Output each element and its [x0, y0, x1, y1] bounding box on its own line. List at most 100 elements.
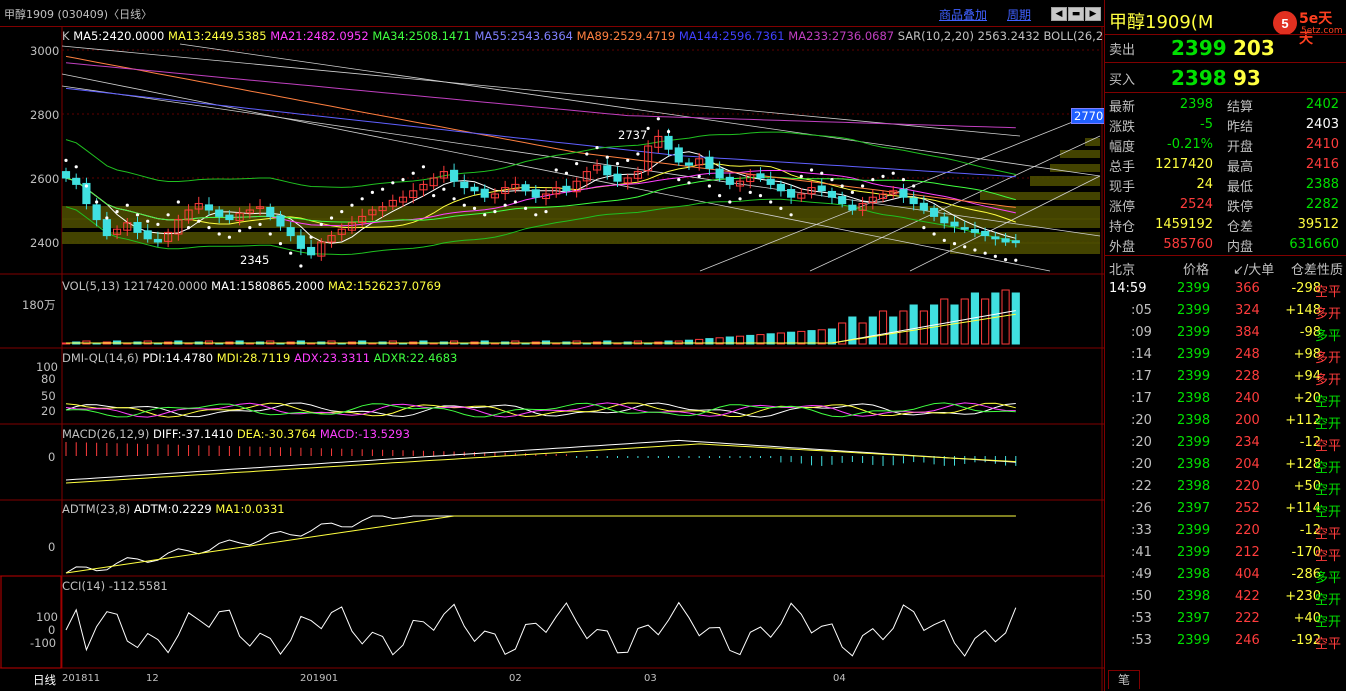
tick-row[interactable]: 14:59 2399 366 -298 空平 [1105, 278, 1346, 300]
tab-ticks[interactable]: 笔 [1108, 670, 1140, 689]
sar-label: SAR(10,2,20) 2563.2432 [897, 29, 1040, 43]
tick-row[interactable]: :20 2399 234 -12 空平 [1105, 432, 1346, 454]
sell-volume: 203 [1233, 36, 1275, 60]
cci-line [65, 601, 1017, 657]
tick-nature: 多平 [1315, 571, 1342, 586]
candle-body [827, 190, 837, 198]
stat-label: 跌停 [1227, 200, 1254, 215]
adtm-ma-line [65, 515, 1016, 574]
hdr-vol: ↙/大单 [1233, 263, 1275, 278]
tick-row[interactable]: :17 2398 240 +20 空开 [1105, 388, 1346, 410]
stat-row: 最新 2398 结算 2402 [1105, 95, 1346, 115]
zoom-out-icon[interactable]: ▬ [1068, 7, 1084, 21]
volume-bar [909, 304, 918, 345]
hdr-oi: 仓差 [1291, 263, 1318, 278]
sar-dot [105, 216, 109, 220]
pdi-label: PDI:14.4780 [142, 351, 214, 365]
stat-label: 总手 [1109, 160, 1136, 175]
adtm-ma1: MA1:0.0331 [215, 502, 285, 516]
sar-dot [64, 158, 68, 162]
sar-dot [197, 219, 201, 223]
tick-row[interactable]: :17 2399 228 +94 多开 [1105, 366, 1346, 388]
sar-dot [758, 194, 763, 198]
tick-price: 2398 [1177, 567, 1211, 582]
candle-body [960, 227, 969, 230]
ma89-line [65, 55, 1016, 208]
candle-body [92, 204, 101, 221]
tick-volume: 384 [1235, 325, 1260, 340]
stat-value: -5 [1200, 117, 1213, 132]
left-arrow-icon[interactable]: ◀ [1051, 7, 1067, 21]
tick-nature: 多开 [1315, 373, 1342, 388]
stat-label: 开盘 [1227, 140, 1254, 155]
tick-row[interactable]: :09 2399 384 -98 多平 [1105, 322, 1346, 344]
sar-dot [585, 152, 589, 156]
sar-dot [830, 178, 834, 182]
sar-dot [636, 152, 640, 156]
overlay-link[interactable]: 商品叠加 [939, 6, 987, 23]
candle-body [61, 171, 71, 179]
tick-row[interactable]: :50 2398 422 +230 空开 [1105, 586, 1346, 608]
sar-dot [1014, 258, 1018, 262]
tick-row[interactable]: :20 2398 204 +128 空开 [1105, 454, 1346, 476]
sar-dot [666, 130, 671, 134]
tick-row[interactable]: :14 2399 248 +98 多开 [1105, 344, 1346, 366]
sar-dot [166, 213, 170, 217]
candle-body [603, 165, 612, 176]
mdi-label: MDI:28.7119 [216, 351, 291, 365]
chart-header: 甲醇1909 (030409)〈日线〉 商品叠加 周期 ◀ ▬ ▶ [0, 0, 1104, 27]
right-arrow-icon[interactable]: ▶ [1085, 7, 1101, 21]
candle-body [838, 196, 847, 205]
vol-tick: 180万 [22, 298, 56, 312]
tick-row[interactable]: :53 2397 222 +40 空开 [1105, 608, 1346, 630]
tick-row[interactable]: :05 2399 324 +148 多开 [1105, 300, 1346, 322]
tick-price: 2397 [1177, 501, 1211, 516]
candle-body [204, 204, 214, 211]
trend-line [179, 43, 1101, 177]
candle-body [715, 168, 724, 179]
sar-dot [248, 226, 252, 230]
sar-dot [74, 165, 78, 169]
candle-body [531, 189, 540, 198]
sar-dot [483, 213, 487, 217]
candle-body [460, 181, 469, 189]
sar-dot [340, 210, 344, 214]
tick-row[interactable]: :33 2399 220 -12 空平 [1105, 520, 1346, 542]
volume-bar [940, 298, 949, 345]
tick-price: 2399 [1177, 347, 1211, 362]
stat-label: 最新 [1109, 100, 1136, 115]
date-03: 03 [644, 673, 657, 684]
sar-dot [329, 216, 334, 220]
period-link[interactable]: 周期 [1007, 6, 1031, 23]
chart-title: 甲醇1909 (030409)〈日线〉 [4, 8, 153, 21]
stat-label: 昨结 [1227, 120, 1254, 135]
candle-body [470, 186, 479, 192]
tick-row[interactable]: :49 2398 404 -286 多平 [1105, 564, 1346, 586]
tick-row[interactable]: :53 2399 246 -192 空平 [1105, 630, 1346, 652]
tick-nature: 空开 [1315, 505, 1342, 520]
cci-tick-0: 0 [48, 623, 56, 637]
candle-body [143, 230, 152, 240]
stat-row: 外盘 585760 内盘 631660 [1105, 235, 1346, 255]
tick-row[interactable]: :41 2399 212 -170 空平 [1105, 542, 1346, 564]
tick-row[interactable]: :20 2398 200 +112 空开 [1105, 410, 1346, 432]
tick-time: :20 [1131, 413, 1152, 428]
sar-dot [135, 213, 140, 217]
tick-row[interactable]: :26 2397 252 +114 空开 [1105, 498, 1346, 520]
symbol-title: 甲醇1909(M [1109, 12, 1214, 33]
volume-bar [787, 331, 796, 345]
macd-legend: MACD(26,12,9) DIFF:-37.1410 DEA:-30.3764… [62, 427, 410, 441]
ma55-label: MA55:2543.6364 [474, 29, 574, 43]
tick-volume: 234 [1235, 435, 1260, 450]
volume-bar [899, 310, 908, 345]
sar-dot [748, 190, 752, 194]
tick-time: :20 [1131, 435, 1152, 450]
sar-dot [472, 206, 477, 210]
cci-tick-100: 100 [36, 610, 58, 624]
sar-dot [238, 229, 242, 233]
sell-price: 2399 [1171, 36, 1227, 60]
candle-body [296, 235, 305, 249]
axis-tick-2800: 2800 [30, 108, 60, 122]
sar-dot [718, 194, 722, 198]
tick-row[interactable]: :22 2398 220 +50 空开 [1105, 476, 1346, 498]
